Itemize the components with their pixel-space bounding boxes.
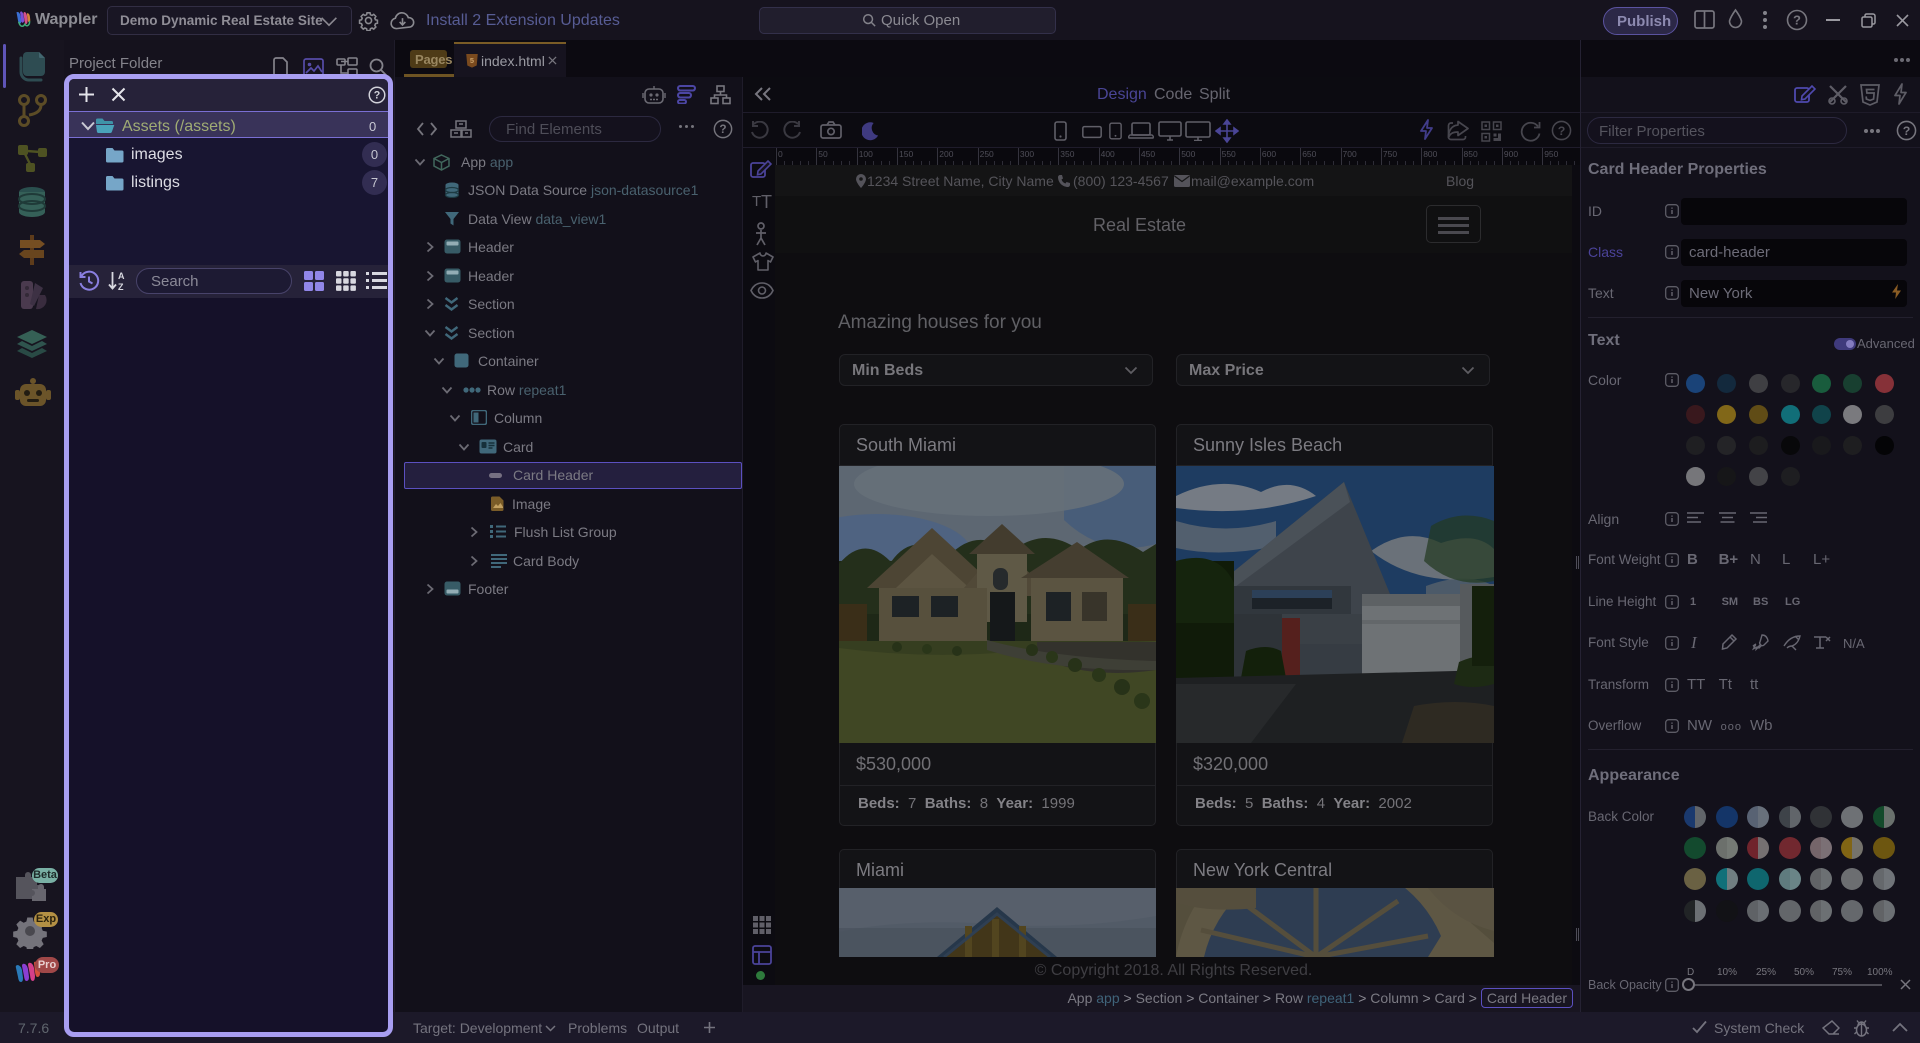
svg-text:T: T <box>761 192 772 209</box>
svg-text:5: 5 <box>470 56 474 65</box>
svg-text:?: ? <box>374 90 381 102</box>
svg-text:T: T <box>752 193 761 209</box>
svg-text:A: A <box>118 271 125 281</box>
svg-text:?: ? <box>1558 124 1566 138</box>
svg-text:Z: Z <box>118 282 124 292</box>
svg-text:?: ? <box>1793 13 1801 28</box>
svg-text:?: ? <box>719 122 726 136</box>
svg-text:?: ? <box>1903 124 1911 138</box>
